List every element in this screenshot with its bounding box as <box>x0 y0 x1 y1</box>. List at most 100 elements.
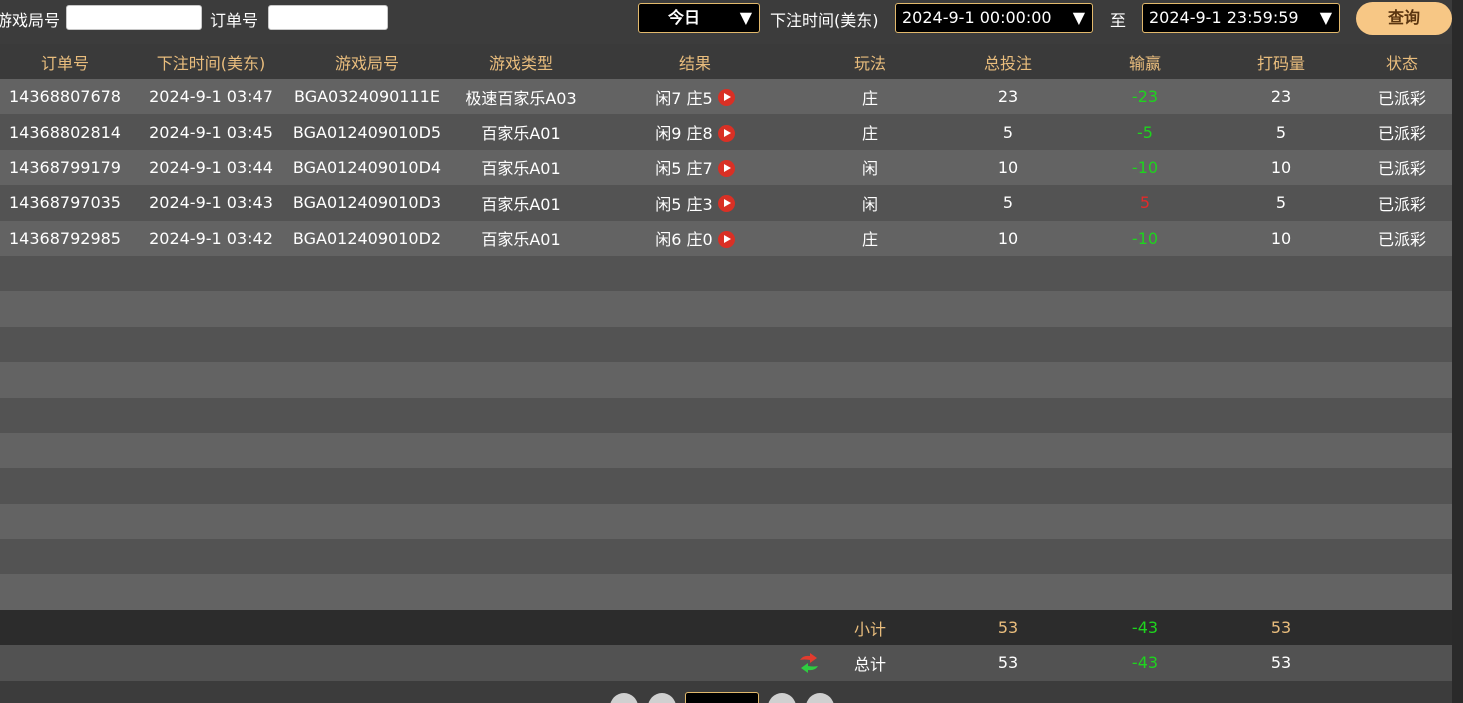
table-row: 14368799179 2024-9-1 03:44 BGA012409010D4 百… <box>0 149 1452 186</box>
cell-result: 闲6 庄0 <box>630 221 760 256</box>
cell-result: 闲5 庄3 <box>630 185 760 220</box>
cell-winloss: -5 <box>1137 122 1153 142</box>
cell-round: BGA0324090111E <box>294 87 440 107</box>
play-replay-icon[interactable] <box>717 89 735 107</box>
column-header-time: 下注时间(美东) <box>156 53 266 73</box>
column-header-result: 结果 <box>678 53 711 73</box>
cell-time: 2024-9-1 03:43 <box>149 193 273 213</box>
cell-play: 庄 <box>861 230 878 250</box>
last-page-icon[interactable]: » <box>806 693 834 703</box>
cell-status: 已派彩 <box>1377 194 1426 214</box>
cell-round: BGA012409010D3 <box>292 193 442 213</box>
table-row <box>0 326 1452 363</box>
table-row <box>0 468 1452 504</box>
result-text: 闲7 庄5 <box>655 88 713 108</box>
query-button[interactable]: 查询 <box>1356 2 1452 35</box>
cell-bet: 23 <box>997 87 1019 107</box>
table-row <box>0 362 1452 398</box>
cell-time: 2024-9-1 03:42 <box>149 228 273 248</box>
next-page-icon[interactable]: › <box>768 693 796 703</box>
column-header-order: 订单号 <box>40 53 89 73</box>
table-header: 订单号 下注时间(美东) 游戏局号 游戏类型 结果 玩法 总投注 输赢 打码量 … <box>0 44 1452 79</box>
table-row <box>0 397 1452 433</box>
cell-winloss: -23 <box>1131 87 1159 107</box>
date-range-select[interactable]: 今日 ▼ <box>638 3 760 33</box>
cell-type: 百家乐A01 <box>481 230 561 250</box>
cell-bet: 5 <box>1002 122 1014 142</box>
table-row <box>0 291 1452 327</box>
cell-type: 百家乐A01 <box>481 124 561 144</box>
play-replay-icon[interactable] <box>717 195 735 213</box>
pagination-bar: « ‹ › » <box>0 687 1452 703</box>
table-row: 14368807678 2024-9-1 03:47 BGA0324090111E 极… <box>0 79 1452 115</box>
cell-type: 百家乐A01 <box>481 159 561 179</box>
column-header-round: 游戏局号 <box>334 53 399 73</box>
cell-order: 14368802814 <box>9 122 121 142</box>
page-number-input[interactable] <box>685 692 759 703</box>
table-row <box>0 255 1452 292</box>
cell-status: 已派彩 <box>1377 159 1426 179</box>
column-header-winloss: 输赢 <box>1128 53 1161 73</box>
dropdown-arrow-icon: ▼ <box>1072 8 1085 27</box>
column-header-type: 游戏类型 <box>488 53 553 73</box>
result-text: 闲9 庄8 <box>655 124 713 144</box>
subtotal-turnover: 53 <box>1270 618 1292 638</box>
cell-bet: 10 <box>997 157 1019 177</box>
cell-time: 2024-9-1 03:44 <box>149 157 273 177</box>
total-winloss: -43 <box>1131 653 1159 673</box>
total-turnover: 53 <box>1270 653 1292 673</box>
order-label: 订单号 <box>210 11 259 30</box>
cell-result: 闲7 庄5 <box>630 79 760 114</box>
cell-play: 闲 <box>861 194 878 214</box>
cell-result: 闲9 庄8 <box>630 114 760 149</box>
start-time-select[interactable]: 2024-9-1 00:00:00 ▼ <box>895 3 1093 33</box>
game-round-input[interactable] <box>66 5 202 30</box>
cell-time: 2024-9-1 03:45 <box>149 122 273 142</box>
table-row <box>0 574 1452 610</box>
play-replay-icon[interactable] <box>717 230 735 248</box>
cell-bet: 5 <box>1002 193 1014 213</box>
column-header-turnover: 打码量 <box>1256 53 1305 73</box>
cell-status: 已派彩 <box>1377 230 1426 250</box>
column-header-status: 状态 <box>1385 53 1418 73</box>
subtotal-bet: 53 <box>997 618 1019 638</box>
cell-time: 2024-9-1 03:47 <box>149 87 273 107</box>
total-row: 总计 53 -43 53 <box>0 645 1452 681</box>
end-time-value: 2024-9-1 23:59:59 <box>1149 8 1299 27</box>
cell-order: 14368807678 <box>9 87 121 107</box>
to-label: 至 <box>1110 11 1127 30</box>
cell-turnover: 5 <box>1275 122 1287 142</box>
cell-turnover: 5 <box>1275 193 1287 213</box>
cell-round: BGA012409010D2 <box>292 228 442 248</box>
game-round-label: 游戏局号 <box>0 11 61 30</box>
cell-order: 14368792985 <box>9 228 121 248</box>
prev-page-icon[interactable]: ‹ <box>648 693 676 703</box>
table-row <box>0 539 1452 575</box>
cell-turnover: 23 <box>1270 87 1292 107</box>
table-row: 14368797035 2024-9-1 03:43 BGA012409010D3 百… <box>0 185 1452 221</box>
cell-round: BGA012409010D5 <box>292 122 442 142</box>
result-text: 闲5 庄3 <box>655 194 713 214</box>
total-label: 总计 <box>853 654 886 674</box>
end-time-select[interactable]: 2024-9-1 23:59:59 ▼ <box>1142 3 1340 33</box>
play-replay-icon[interactable] <box>717 124 735 142</box>
table-row <box>0 432 1452 469</box>
cell-winloss: -10 <box>1131 228 1159 248</box>
bet-records-page: 游戏局号 订单号 今日 ▼ 下注时间(美东) 2024-9-1 00:00:00… <box>0 0 1463 703</box>
play-replay-icon[interactable] <box>717 159 735 177</box>
cell-bet: 10 <box>997 228 1019 248</box>
cell-result: 闲5 庄7 <box>630 150 760 185</box>
table-row: 14368792985 2024-9-1 03:42 BGA012409010D2 百… <box>0 220 1452 256</box>
cell-play: 闲 <box>861 159 878 179</box>
refresh-icon[interactable] <box>797 651 821 675</box>
cell-type: 百家乐A01 <box>481 194 561 214</box>
order-input[interactable] <box>268 5 388 30</box>
vertical-scrollbar[interactable] <box>1452 0 1463 703</box>
table-row <box>0 503 1452 540</box>
column-header-play: 玩法 <box>853 53 886 73</box>
cell-winloss: -10 <box>1131 157 1159 177</box>
first-page-icon[interactable]: « <box>610 693 638 703</box>
date-range-value: 今日 <box>667 8 700 27</box>
cell-status: 已派彩 <box>1377 124 1426 144</box>
filter-bar: 游戏局号 订单号 今日 ▼ 下注时间(美东) 2024-9-1 00:00:00… <box>0 0 1452 36</box>
